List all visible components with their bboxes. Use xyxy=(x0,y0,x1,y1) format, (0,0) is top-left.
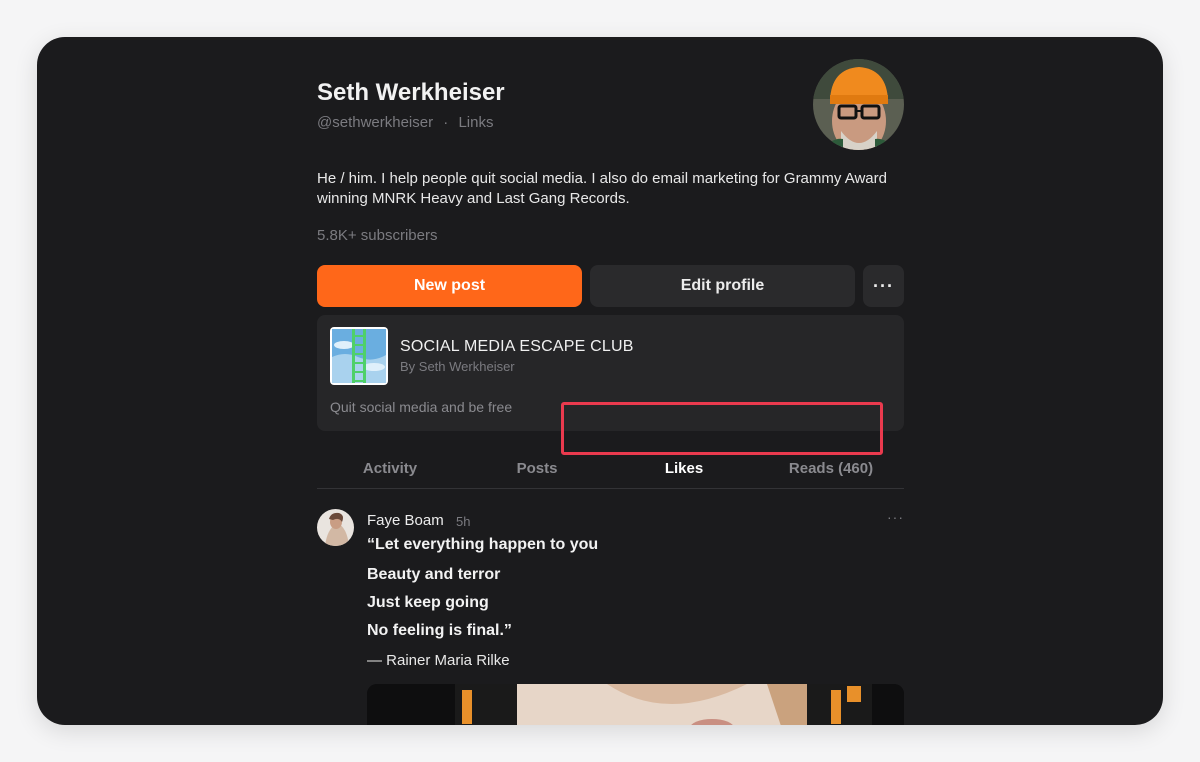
profile-handle-row: @sethwerkheiser · Links xyxy=(317,114,493,131)
post-timestamp: 5h xyxy=(456,514,471,529)
post-image[interactable] xyxy=(367,684,904,725)
links-link[interactable]: Links xyxy=(458,114,493,131)
publication-byline: By Seth Werkheiser xyxy=(400,359,515,374)
profile-name: Seth Werkheiser xyxy=(317,79,505,106)
publication-description: Quit social media and be free xyxy=(330,399,513,415)
subscriber-count: 5.8K+ subscribers xyxy=(317,227,438,244)
publication-title: SOCIAL MEDIA ESCAPE CLUB xyxy=(400,338,634,355)
profile-bio: He / him. I help people quit social medi… xyxy=(317,170,887,207)
post-author-name[interactable]: Faye Boam xyxy=(367,512,444,529)
post-text-line: No feeling is final.” xyxy=(367,622,512,639)
post-author-avatar[interactable] xyxy=(317,509,354,546)
post-attribution: — Rainer Maria Rilke xyxy=(367,652,510,669)
post-menu-icon[interactable]: ··· xyxy=(887,509,904,525)
tab-reads[interactable]: Reads (460) xyxy=(758,447,904,489)
separator-dot: · xyxy=(443,114,449,131)
profile-avatar[interactable] xyxy=(813,59,904,150)
app-window: Seth Werkheiser @sethwerkheiser · Links … xyxy=(37,37,1163,725)
post-text-line: “Let everything happen to you xyxy=(367,536,599,553)
profile-content: Seth Werkheiser @sethwerkheiser · Links … xyxy=(317,37,904,725)
post-text-line: Beauty and terror xyxy=(367,566,501,583)
publication-card[interactable]: SOCIAL MEDIA ESCAPE CLUB By Seth Werkhei… xyxy=(317,315,904,431)
new-post-button[interactable]: New post xyxy=(317,265,582,307)
tab-activity[interactable]: Activity xyxy=(317,447,463,489)
tab-likes[interactable]: Likes xyxy=(611,447,757,489)
more-options-button[interactable]: ··· xyxy=(863,265,904,307)
publication-logo xyxy=(330,327,388,385)
edit-profile-button[interactable]: Edit profile xyxy=(590,265,855,307)
profile-handle[interactable]: @sethwerkheiser xyxy=(317,114,433,131)
profile-tabs: Activity Posts Likes Reads (460) xyxy=(317,447,904,489)
tab-posts[interactable]: Posts xyxy=(464,447,610,489)
post-text-line: Just keep going xyxy=(367,594,489,611)
ellipsis-icon: ··· xyxy=(873,275,894,296)
